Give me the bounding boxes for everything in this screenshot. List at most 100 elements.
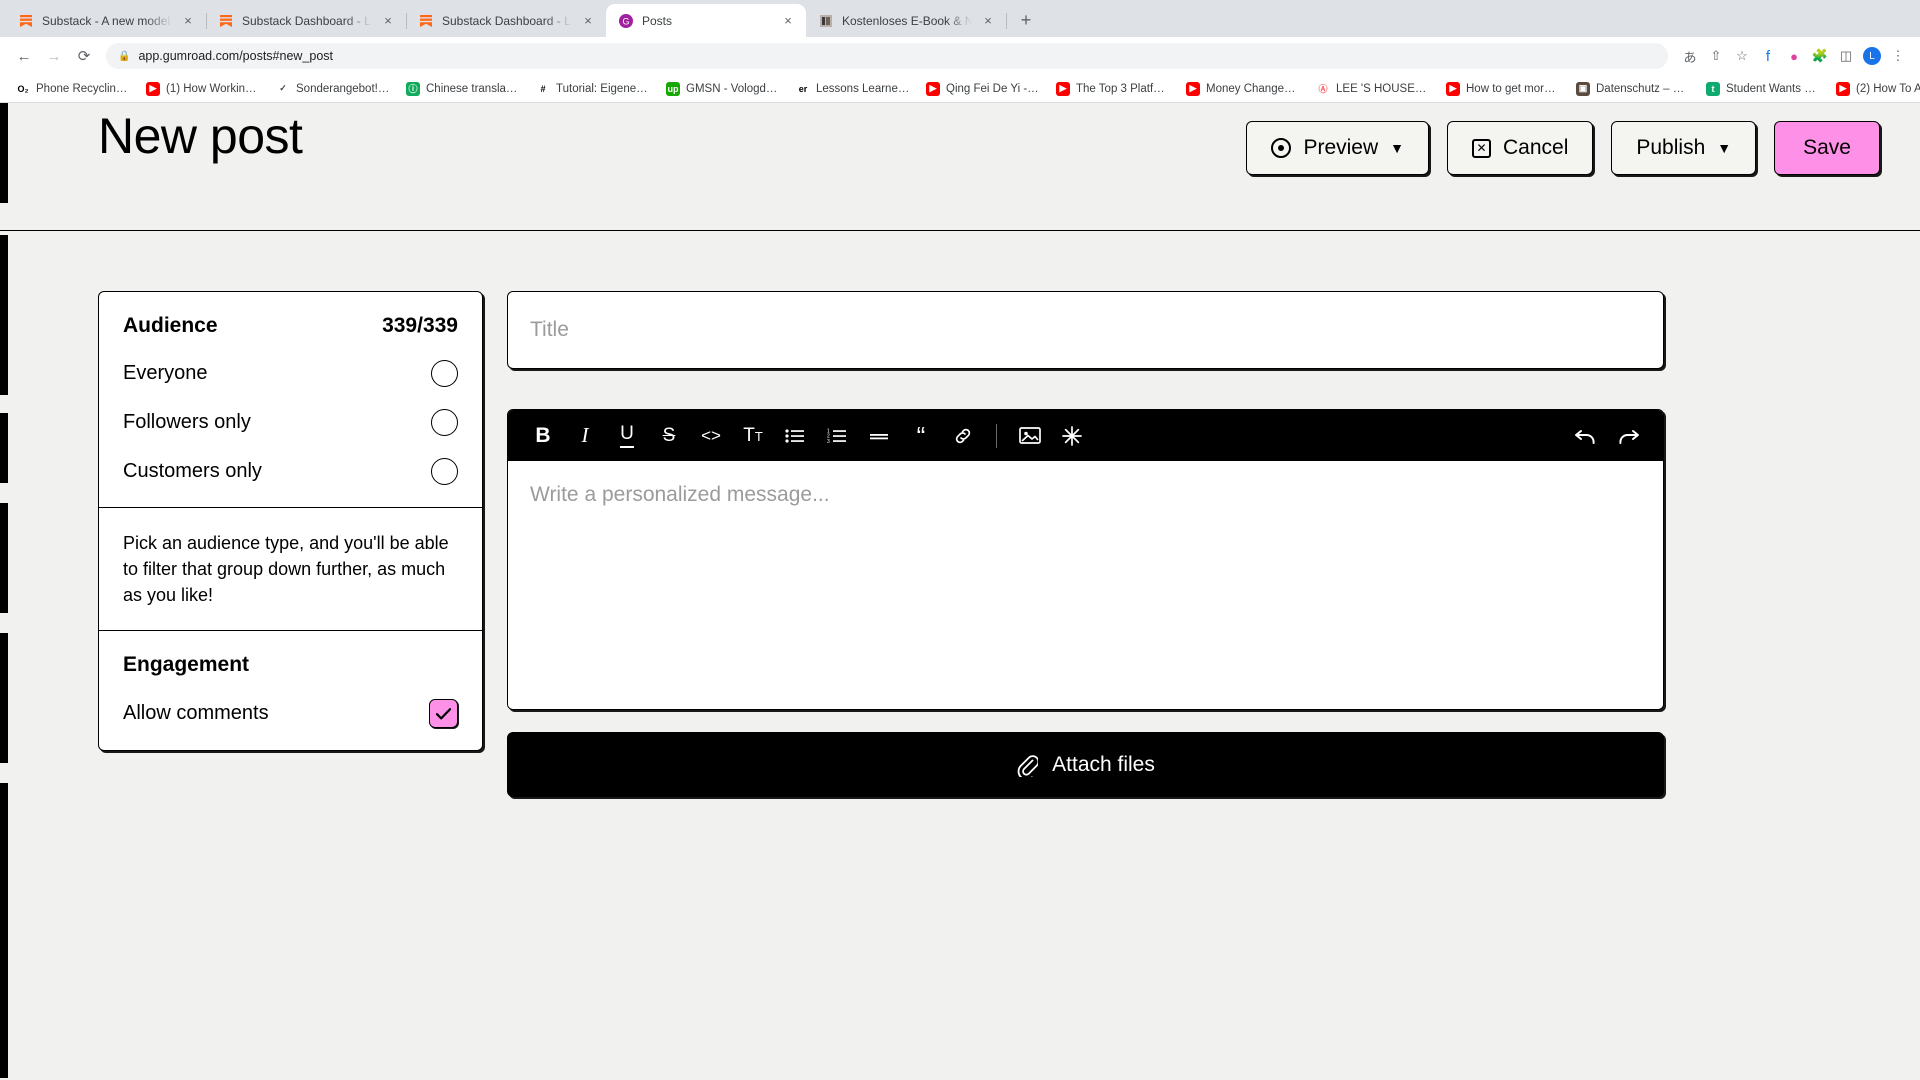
bookmark-item[interactable]: er Lessons Learned f... bbox=[788, 79, 918, 99]
allow-comments-row[interactable]: Allow comments bbox=[123, 699, 458, 729]
bookmark-label: LEE 'S HOUSE—... bbox=[1336, 82, 1430, 95]
forward-icon[interactable]: → bbox=[40, 42, 68, 70]
underline-icon[interactable]: U bbox=[608, 417, 646, 455]
translate-icon[interactable]: あ bbox=[1678, 44, 1702, 68]
post-body-placeholder: Write a personalized message... bbox=[530, 483, 830, 506]
post-title-input[interactable]: Title bbox=[507, 291, 1664, 369]
browser-tab-1[interactable]: Substack Dashboard - Leon's S × bbox=[206, 4, 407, 37]
star-icon[interactable]: ☆ bbox=[1730, 44, 1754, 68]
bold-icon[interactable]: B bbox=[524, 417, 562, 455]
bookmark-label: Phone Recycling,... bbox=[36, 82, 130, 95]
blockquote-icon[interactable]: “ bbox=[902, 417, 940, 455]
cancel-button[interactable]: ✕ Cancel bbox=[1447, 121, 1594, 175]
bookmark-item[interactable]: ▶ (1) How Working a... bbox=[138, 79, 268, 99]
radio-followers-only[interactable] bbox=[431, 409, 458, 436]
bookmark-label: Datenschutz – Re... bbox=[1596, 82, 1690, 95]
teal-circle-icon: t bbox=[1706, 81, 1720, 96]
post-body-input[interactable]: Write a personalized message... bbox=[508, 461, 1663, 709]
bookmark-item[interactable]: ▶ Money Changes E... bbox=[1178, 79, 1308, 99]
bookmark-item[interactable]: ⓘ Chinese translatio... bbox=[398, 79, 528, 99]
browser-tab-4[interactable]: Kostenloses E-Book & Newslet × bbox=[806, 4, 1007, 37]
code-icon[interactable]: <> bbox=[692, 417, 730, 455]
bookmark-item[interactable]: ▶ How to get more v... bbox=[1438, 79, 1568, 99]
menu-kebab-icon[interactable]: ⋮ bbox=[1886, 44, 1910, 68]
attach-files-button[interactable]: Attach files bbox=[507, 732, 1664, 797]
browser-tab-2[interactable]: Substack Dashboard - Leon's S × bbox=[406, 4, 606, 37]
youtube-icon: ▶ bbox=[1446, 81, 1460, 96]
bookmark-label: Qing Fei De Yi - Y... bbox=[946, 82, 1040, 95]
facebook-ext-icon[interactable]: f bbox=[1756, 44, 1780, 68]
heading-icon[interactable]: TT bbox=[734, 417, 772, 455]
close-icon[interactable]: × bbox=[380, 13, 396, 29]
horizontal-rule-icon[interactable] bbox=[860, 417, 898, 455]
bookmark-item[interactable]: Ⓐ LEE 'S HOUSE—... bbox=[1308, 79, 1438, 99]
tab-title: Substack - A new model for pu bbox=[42, 13, 172, 28]
sidepanel-icon[interactable]: ◫ bbox=[1834, 44, 1858, 68]
url-text: app.gumroad.com/posts#new_post bbox=[138, 49, 334, 63]
youtube-icon: ▶ bbox=[926, 81, 940, 96]
tab-divider bbox=[1006, 13, 1007, 29]
bookmark-item[interactable]: ✓ Sonderangebot! |... bbox=[268, 79, 398, 99]
header-actions: Preview ▼ ✕ Cancel Publish ▼ Save bbox=[1246, 121, 1880, 175]
link-icon[interactable] bbox=[944, 417, 982, 455]
save-button[interactable]: Save bbox=[1774, 121, 1880, 175]
profile-avatar[interactable]: L bbox=[1860, 44, 1884, 68]
pink-ext-icon[interactable]: ● bbox=[1782, 44, 1806, 68]
radio-customers-only[interactable] bbox=[431, 458, 458, 485]
bookmark-item[interactable]: O₂ Phone Recycling,... bbox=[8, 79, 138, 99]
allow-comments-checkbox[interactable] bbox=[429, 699, 458, 729]
preview-button[interactable]: Preview ▼ bbox=[1246, 121, 1429, 175]
omnibox-actions: あ ⇧ ☆ f ● 🧩 ◫ L ⋮ bbox=[1678, 44, 1910, 68]
bookmark-label: Tutorial: Eigene Fa... bbox=[556, 82, 650, 95]
audience-helper-section: Pick an audience type, and you'll be abl… bbox=[99, 507, 482, 630]
reload-icon[interactable]: ⟳ bbox=[70, 42, 98, 70]
upwork-icon: up bbox=[666, 81, 680, 96]
bookmark-item[interactable]: ▶ Qing Fei De Yi - Y... bbox=[918, 79, 1048, 99]
bookmark-label: GMSN - Vologda,... bbox=[686, 82, 780, 95]
redo-icon[interactable] bbox=[1609, 417, 1647, 455]
bookmark-item[interactable]: up GMSN - Vologda,... bbox=[658, 79, 788, 99]
bookmark-item[interactable]: # Tutorial: Eigene Fa... bbox=[528, 79, 658, 99]
save-label: Save bbox=[1803, 136, 1851, 159]
check-circle-icon: ✓ bbox=[276, 81, 290, 96]
close-icon[interactable]: × bbox=[780, 13, 796, 29]
browser-chrome: Substack - A new model for pu × Substack… bbox=[0, 0, 1920, 103]
bookmark-item[interactable]: ▣ Datenschutz – Re... bbox=[1568, 79, 1698, 99]
address-bar[interactable]: 🔒 app.gumroad.com/posts#new_post bbox=[106, 43, 1668, 69]
strikethrough-icon[interactable]: S bbox=[650, 417, 688, 455]
bookmark-item[interactable]: ▶ (2) How To Add A... bbox=[1828, 79, 1920, 99]
new-tab-button[interactable]: + bbox=[1012, 6, 1040, 34]
app-page: New post Preview ▼ ✕ Cancel Publish ▼ Sa… bbox=[0, 103, 1920, 1078]
close-icon[interactable]: × bbox=[580, 13, 596, 29]
bookmarks-bar: O₂ Phone Recycling,... ▶ (1) How Working a.… bbox=[0, 75, 1920, 103]
magic-icon[interactable] bbox=[1053, 417, 1091, 455]
audience-helper-text: Pick an audience type, and you'll be abl… bbox=[123, 533, 449, 606]
radio-everyone[interactable] bbox=[431, 360, 458, 387]
undo-icon[interactable] bbox=[1567, 417, 1605, 455]
close-icon[interactable]: × bbox=[180, 13, 196, 29]
bullet-list-icon[interactable] bbox=[776, 417, 814, 455]
option-label: Customers only bbox=[123, 460, 262, 482]
audience-option-followers-only[interactable]: Followers only bbox=[123, 409, 458, 436]
browser-tab-3-active[interactable]: G Posts × bbox=[606, 4, 806, 37]
image-icon[interactable] bbox=[1011, 417, 1049, 455]
share-icon[interactable]: ⇧ bbox=[1704, 44, 1728, 68]
chevron-down-icon: ▼ bbox=[1717, 140, 1732, 156]
bookmark-item[interactable]: ▶ The Top 3 Platfor... bbox=[1048, 79, 1178, 99]
lock-icon: 🔒 bbox=[118, 50, 131, 62]
browser-tab-0[interactable]: Substack - A new model for pu × bbox=[6, 4, 207, 37]
bookmark-label: Sonderangebot! |... bbox=[296, 82, 390, 95]
audience-option-customers-only[interactable]: Customers only bbox=[123, 458, 458, 485]
airbnb-icon: Ⓐ bbox=[1316, 81, 1330, 96]
puzzle-ext-icon[interactable]: 🧩 bbox=[1808, 44, 1832, 68]
tab-title: Posts bbox=[642, 13, 673, 28]
bookmark-item[interactable]: t Student Wants an... bbox=[1698, 79, 1828, 99]
audience-option-everyone[interactable]: Everyone bbox=[123, 360, 458, 387]
close-icon[interactable]: × bbox=[980, 13, 996, 29]
numbered-list-icon[interactable]: 123 bbox=[818, 417, 856, 455]
bookmark-label: The Top 3 Platfor... bbox=[1076, 82, 1170, 95]
publish-button[interactable]: Publish ▼ bbox=[1611, 121, 1757, 175]
cancel-label: Cancel bbox=[1503, 136, 1569, 159]
italic-icon[interactable]: I bbox=[566, 417, 604, 455]
back-icon[interactable]: ← bbox=[10, 42, 38, 70]
